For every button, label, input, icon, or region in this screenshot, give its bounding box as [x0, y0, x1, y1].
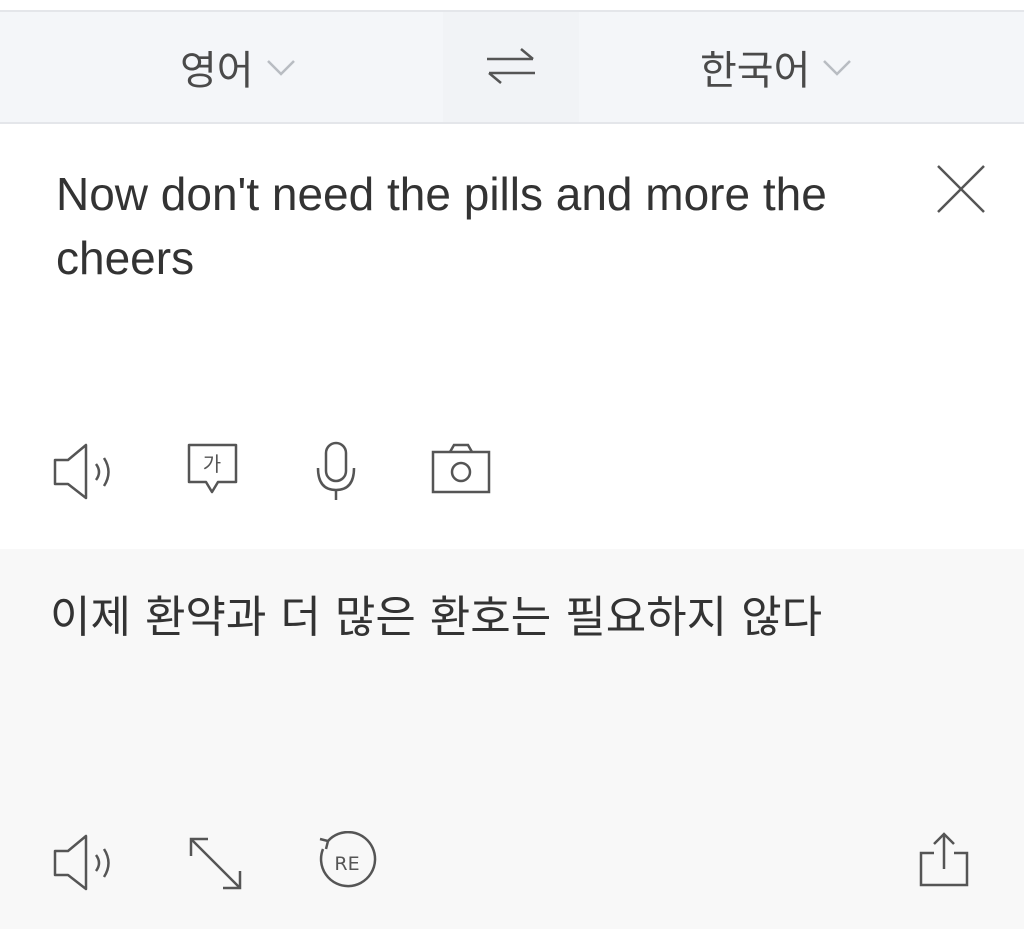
chevron-down-icon [264, 50, 298, 84]
translation-text: 이제 환약과 더 많은 환호는 필요하지 않다 [50, 592, 823, 643]
share-button[interactable] [914, 831, 978, 895]
text-bubble-icon: 가 [186, 442, 250, 506]
swap-languages-button[interactable] [443, 12, 579, 122]
swap-arrows-icon [483, 47, 539, 87]
source-panel: Now don't need the pills and more the ch… [0, 124, 1024, 549]
status-divider [0, 0, 1024, 12]
retranslate-button[interactable]: RE [314, 831, 378, 895]
source-listen-button[interactable] [52, 440, 116, 504]
handwriting-button[interactable]: 가 [186, 442, 250, 506]
translation-panel: 이제 환약과 더 많은 환호는 필요하지 않다 RE [0, 549, 1024, 929]
target-language-label: 한국어 [700, 48, 811, 94]
speaker-icon [52, 831, 116, 895]
retranslate-glyph: RE [334, 853, 359, 875]
microphone-icon [312, 440, 376, 504]
chevron-down-icon [820, 50, 854, 84]
camera-icon [430, 442, 494, 506]
source-text-input[interactable]: Now don't need the pills and more the ch… [56, 162, 906, 290]
camera-input-button[interactable] [430, 442, 494, 506]
translation-listen-button[interactable] [52, 831, 116, 895]
expand-button[interactable] [186, 834, 250, 898]
expand-icon [186, 834, 250, 898]
retranslate-icon: RE [314, 831, 378, 895]
source-language-selector[interactable]: 영어 [180, 12, 298, 122]
target-language-selector[interactable]: 한국어 [700, 12, 854, 122]
language-bar: 영어 한국어 [0, 12, 1024, 124]
text-bubble-glyph: 가 [203, 452, 221, 476]
speaker-icon [52, 440, 116, 504]
voice-input-button[interactable] [312, 440, 376, 504]
share-icon [914, 831, 978, 895]
source-language-label: 영어 [180, 48, 254, 94]
close-icon [934, 162, 988, 216]
clear-button[interactable] [934, 162, 988, 216]
